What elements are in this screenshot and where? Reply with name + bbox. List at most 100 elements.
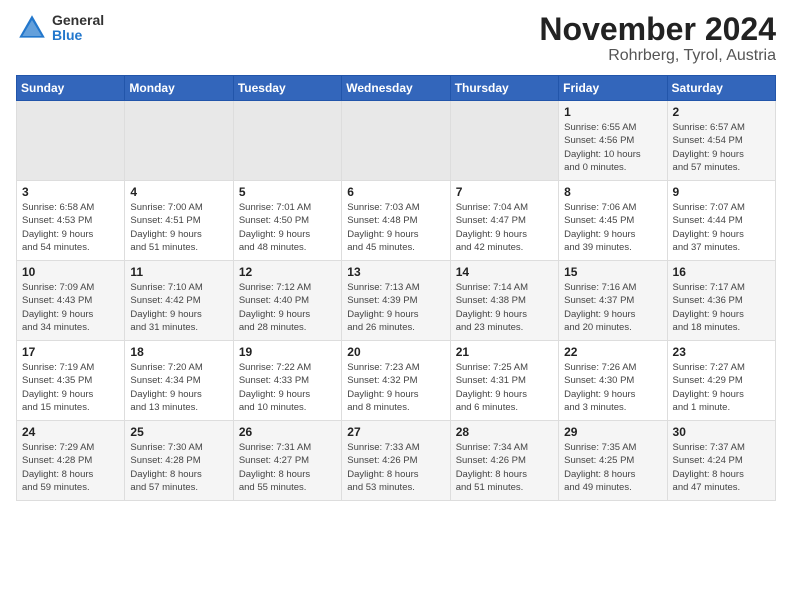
calendar-day-cell: 14 Sunrise: 7:14 AM Sunset: 4:38 PM Dayli… [450, 261, 558, 341]
calendar-day-cell: 21 Sunrise: 7:25 AM Sunset: 4:31 PM Dayli… [450, 341, 558, 421]
day-info: Sunrise: 7:01 AM Sunset: 4:50 PM Dayligh… [239, 202, 311, 253]
calendar-body: 1 Sunrise: 6:55 AM Sunset: 4:56 PM Daylig… [17, 101, 776, 501]
calendar-day-cell: 12 Sunrise: 7:12 AM Sunset: 4:40 PM Dayli… [233, 261, 341, 341]
day-info: Sunrise: 6:55 AM Sunset: 4:56 PM Dayligh… [564, 122, 641, 173]
day-info: Sunrise: 7:09 AM Sunset: 4:43 PM Dayligh… [22, 282, 94, 333]
calendar-week-row: 3 Sunrise: 6:58 AM Sunset: 4:53 PM Daylig… [17, 181, 776, 261]
day-info: Sunrise: 7:37 AM Sunset: 4:24 PM Dayligh… [673, 442, 745, 493]
calendar-day-cell: 16Sunrise: 7:17 AM Sunset: 4:36 PM Dayli… [667, 261, 775, 341]
page-container: General Blue November 2024 Rohrberg, Tyr… [0, 0, 792, 509]
logo-general: General [52, 13, 104, 28]
day-number: 4 [130, 185, 227, 199]
location: Rohrberg, Tyrol, Austria [539, 47, 776, 65]
calendar-day-cell: 19Sunrise: 7:22 AM Sunset: 4:33 PM Dayli… [233, 341, 341, 421]
calendar-day-cell: 15Sunrise: 7:16 AM Sunset: 4:37 PM Dayli… [559, 261, 667, 341]
logo-blue: Blue [52, 28, 104, 43]
day-info: Sunrise: 7:35 AM Sunset: 4:25 PM Dayligh… [564, 442, 636, 493]
day-number: 18 [130, 345, 227, 359]
day-number: 2 [673, 105, 770, 119]
calendar-day-cell: 13 Sunrise: 7:13 AM Sunset: 4:39 PM Dayli… [342, 261, 450, 341]
calendar-day-cell: 4 Sunrise: 7:00 AM Sunset: 4:51 PM Daylig… [125, 181, 233, 261]
header-thursday: Thursday [450, 76, 558, 101]
day-number: 6 [347, 185, 444, 199]
day-info: Sunrise: 6:58 AM Sunset: 4:53 PM Dayligh… [22, 202, 94, 253]
day-number: 25 [130, 425, 227, 439]
day-info: Sunrise: 7:33 AM Sunset: 4:26 PM Dayligh… [347, 442, 419, 493]
title-area: November 2024 Rohrberg, Tyrol, Austria [539, 12, 776, 65]
day-info: Sunrise: 7:07 AM Sunset: 4:44 PM Dayligh… [673, 202, 745, 253]
calendar-day-cell: 18 Sunrise: 7:20 AM Sunset: 4:34 PM Dayli… [125, 341, 233, 421]
calendar-day-cell: 9 Sunrise: 7:07 AM Sunset: 4:44 PM Daylig… [667, 181, 775, 261]
calendar-day-cell: 28 Sunrise: 7:34 AM Sunset: 4:26 PM Dayli… [450, 421, 558, 501]
day-number: 30 [673, 425, 770, 439]
calendar-day-cell [17, 101, 125, 181]
calendar-header: SundayMondayTuesdayWednesdayThursdayFrid… [17, 76, 776, 101]
header-saturday: Saturday [667, 76, 775, 101]
logo-text: General Blue [52, 13, 104, 44]
day-info: Sunrise: 7:34 AM Sunset: 4:26 PM Dayligh… [456, 442, 528, 493]
calendar-day-cell: 27Sunrise: 7:33 AM Sunset: 4:26 PM Dayli… [342, 421, 450, 501]
day-number: 12 [239, 265, 336, 279]
day-number: 1 [564, 105, 661, 119]
day-number: 21 [456, 345, 553, 359]
header-sunday: Sunday [17, 76, 125, 101]
calendar-day-cell: 26Sunrise: 7:31 AM Sunset: 4:27 PM Dayli… [233, 421, 341, 501]
day-info: Sunrise: 7:25 AM Sunset: 4:31 PM Dayligh… [456, 362, 528, 413]
day-number: 23 [673, 345, 770, 359]
day-info: Sunrise: 7:19 AM Sunset: 4:35 PM Dayligh… [22, 362, 94, 413]
day-number: 24 [22, 425, 119, 439]
day-number: 9 [673, 185, 770, 199]
day-info: Sunrise: 7:16 AM Sunset: 4:37 PM Dayligh… [564, 282, 636, 333]
day-info: Sunrise: 7:30 AM Sunset: 4:28 PM Dayligh… [130, 442, 202, 493]
calendar-day-cell: 29 Sunrise: 7:35 AM Sunset: 4:25 PM Dayli… [559, 421, 667, 501]
header-row: SundayMondayTuesdayWednesdayThursdayFrid… [17, 76, 776, 101]
header: General Blue November 2024 Rohrberg, Tyr… [16, 12, 776, 65]
day-number: 26 [239, 425, 336, 439]
calendar-day-cell: 2 Sunrise: 6:57 AM Sunset: 4:54 PM Daylig… [667, 101, 775, 181]
day-number: 3 [22, 185, 119, 199]
day-info: Sunrise: 7:10 AM Sunset: 4:42 PM Dayligh… [130, 282, 202, 333]
day-number: 17 [22, 345, 119, 359]
day-number: 8 [564, 185, 661, 199]
logo-icon [16, 12, 48, 44]
calendar-day-cell: 30 Sunrise: 7:37 AM Sunset: 4:24 PM Dayli… [667, 421, 775, 501]
calendar-week-row: 1 Sunrise: 6:55 AM Sunset: 4:56 PM Daylig… [17, 101, 776, 181]
calendar-day-cell [125, 101, 233, 181]
day-info: Sunrise: 7:26 AM Sunset: 4:30 PM Dayligh… [564, 362, 636, 413]
header-friday: Friday [559, 76, 667, 101]
calendar-day-cell [233, 101, 341, 181]
calendar-day-cell: 25 Sunrise: 7:30 AM Sunset: 4:28 PM Dayli… [125, 421, 233, 501]
calendar-day-cell: 24Sunrise: 7:29 AM Sunset: 4:28 PM Dayli… [17, 421, 125, 501]
calendar-day-cell: 1 Sunrise: 6:55 AM Sunset: 4:56 PM Daylig… [559, 101, 667, 181]
day-number: 13 [347, 265, 444, 279]
day-number: 20 [347, 345, 444, 359]
calendar-day-cell: 23 Sunrise: 7:27 AM Sunset: 4:29 PM Dayli… [667, 341, 775, 421]
day-number: 22 [564, 345, 661, 359]
day-number: 5 [239, 185, 336, 199]
day-number: 29 [564, 425, 661, 439]
day-info: Sunrise: 7:12 AM Sunset: 4:40 PM Dayligh… [239, 282, 311, 333]
calendar-day-cell [450, 101, 558, 181]
day-info: Sunrise: 7:20 AM Sunset: 4:34 PM Dayligh… [130, 362, 202, 413]
calendar-day-cell [342, 101, 450, 181]
calendar-day-cell: 10 Sunrise: 7:09 AM Sunset: 4:43 PM Dayli… [17, 261, 125, 341]
calendar-day-cell: 5 Sunrise: 7:01 AM Sunset: 4:50 PM Daylig… [233, 181, 341, 261]
day-info: Sunrise: 7:00 AM Sunset: 4:51 PM Dayligh… [130, 202, 202, 253]
calendar-week-row: 17 Sunrise: 7:19 AM Sunset: 4:35 PM Dayli… [17, 341, 776, 421]
day-number: 16 [673, 265, 770, 279]
day-info: Sunrise: 7:27 AM Sunset: 4:29 PM Dayligh… [673, 362, 745, 413]
day-number: 14 [456, 265, 553, 279]
day-info: Sunrise: 7:23 AM Sunset: 4:32 PM Dayligh… [347, 362, 419, 413]
day-info: Sunrise: 7:13 AM Sunset: 4:39 PM Dayligh… [347, 282, 419, 333]
calendar-day-cell: 3 Sunrise: 6:58 AM Sunset: 4:53 PM Daylig… [17, 181, 125, 261]
calendar-day-cell: 7Sunrise: 7:04 AM Sunset: 4:47 PM Daylig… [450, 181, 558, 261]
day-number: 10 [22, 265, 119, 279]
day-number: 19 [239, 345, 336, 359]
day-info: Sunrise: 6:57 AM Sunset: 4:54 PM Dayligh… [673, 122, 745, 173]
day-number: 28 [456, 425, 553, 439]
day-info: Sunrise: 7:14 AM Sunset: 4:38 PM Dayligh… [456, 282, 528, 333]
calendar-week-row: 24Sunrise: 7:29 AM Sunset: 4:28 PM Dayli… [17, 421, 776, 501]
header-wednesday: Wednesday [342, 76, 450, 101]
calendar-table: SundayMondayTuesdayWednesdayThursdayFrid… [16, 75, 776, 501]
header-monday: Monday [125, 76, 233, 101]
